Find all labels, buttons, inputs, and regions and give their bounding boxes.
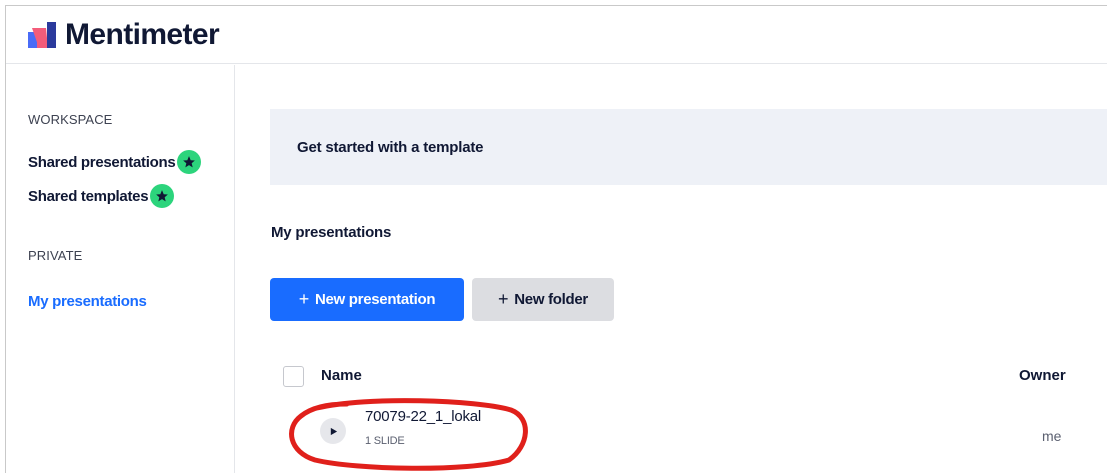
star-icon [177, 150, 202, 174]
table-row[interactable]: 70079-22_1_lokal 1 SLIDE me [270, 403, 1107, 467]
sidebar-item-shared-presentations[interactable]: Shared presentations [28, 150, 202, 174]
plus-icon: + [498, 289, 509, 309]
sidebar-item-my-presentations[interactable]: My presentations [28, 293, 147, 310]
workspace-heading: WORKSPACE [28, 112, 113, 127]
sidebar: WORKSPACE Shared presentations Shared te… [6, 65, 235, 473]
select-all-checkbox[interactable] [283, 366, 304, 387]
new-folder-button[interactable]: + New folder [472, 278, 614, 321]
slide-count: 1 SLIDE [365, 435, 405, 447]
logo[interactable]: Mentimeter [28, 18, 220, 52]
sidebar-item-label: Shared presentations [28, 153, 176, 171]
app-window: Mentimeter WORKSPACE Shared presentation… [5, 5, 1107, 473]
top-header: Mentimeter [6, 6, 1107, 64]
play-icon[interactable] [320, 418, 346, 444]
table-header: Name Owner [283, 364, 1107, 388]
logo-text: Mentimeter [65, 18, 220, 51]
sidebar-item-label: My presentations [28, 293, 147, 310]
private-heading: PRIVATE [28, 248, 83, 263]
sidebar-item-shared-templates[interactable]: Shared templates [28, 184, 175, 208]
main-content: Get started with a template My presentat… [236, 65, 1107, 473]
column-header-owner[interactable]: Owner [1019, 367, 1066, 384]
sidebar-item-label: Shared templates [28, 187, 149, 205]
presentation-title[interactable]: 70079-22_1_lokal [365, 408, 481, 425]
plus-icon: + [298, 289, 310, 309]
new-presentation-button[interactable]: + New presentation [270, 278, 464, 321]
column-header-name[interactable]: Name [321, 367, 362, 384]
section-title: My presentations [271, 224, 392, 241]
template-banner[interactable]: Get started with a template [270, 109, 1107, 185]
mentimeter-logo-icon [28, 22, 56, 48]
new-folder-label: New folder [514, 291, 588, 308]
new-presentation-label: New presentation [314, 291, 436, 308]
star-icon [150, 184, 175, 208]
owner-cell: me [1042, 428, 1062, 444]
template-banner-label: Get started with a template [297, 138, 484, 156]
